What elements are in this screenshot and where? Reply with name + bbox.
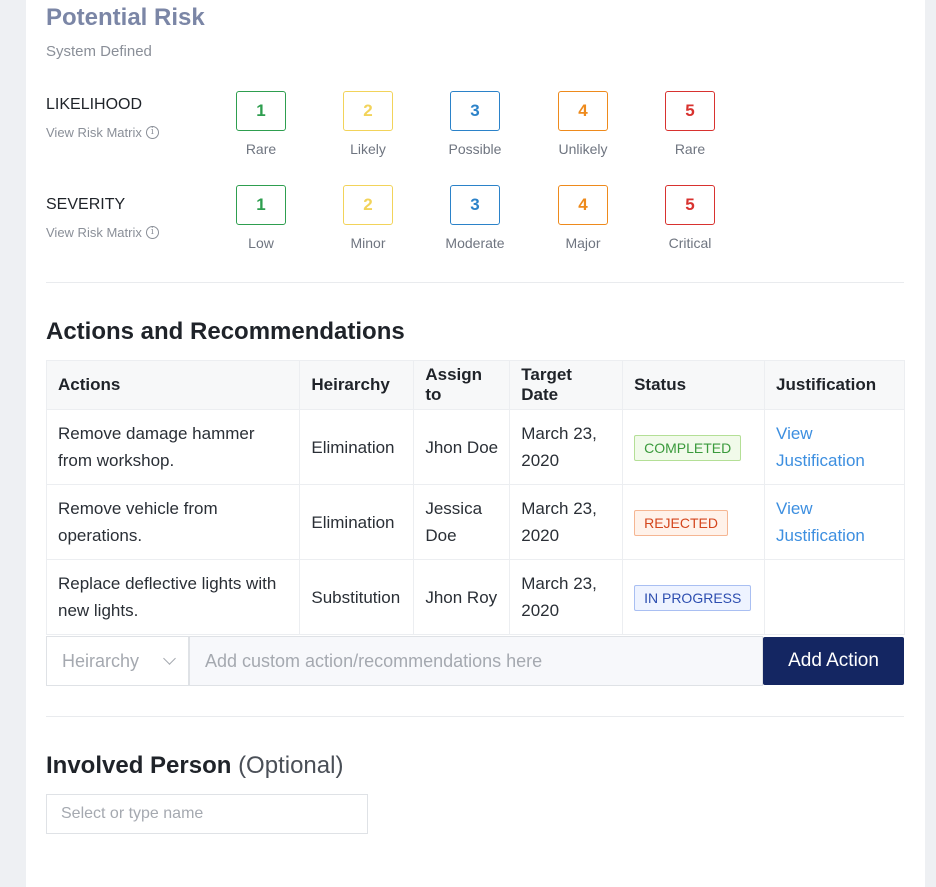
risk-title: Potential Risk xyxy=(46,4,205,31)
status-badge: REJECTED xyxy=(634,509,728,536)
section-divider xyxy=(46,282,904,283)
severity-score-box[interactable]: 5 xyxy=(665,185,715,225)
likelihood-option-5[interactable]: 5 Rare xyxy=(640,91,740,157)
assignee-cell: Jessica Doe xyxy=(413,484,511,560)
main-panel: Potential Risk System Defined LIKELIHOOD… xyxy=(26,0,925,887)
justification-cell: View Justification xyxy=(764,484,905,560)
risk-subtitle: System Defined xyxy=(46,43,152,60)
hierarchy-cell: Substitution xyxy=(299,559,415,635)
severity-option-1[interactable]: 1 Low xyxy=(211,185,311,251)
target-date-cell: March 23, 2020 xyxy=(509,409,624,485)
status-badge: COMPLETED xyxy=(634,434,742,461)
action-cell: Remove vehicle from operations. xyxy=(45,484,301,560)
severity-score-caption: Major xyxy=(565,235,601,251)
severity-score-caption: Minor xyxy=(350,235,386,251)
chevron-down-icon xyxy=(163,651,176,665)
column-header-status: Status xyxy=(622,360,766,410)
view-justification-link[interactable]: View Justification xyxy=(776,424,865,470)
severity-score-caption: Low xyxy=(248,235,274,251)
view-justification-link[interactable]: View Justification xyxy=(776,499,865,545)
likelihood-score-box[interactable]: 4 xyxy=(558,91,608,131)
column-header-justification: Justification xyxy=(764,360,905,410)
target-date-cell: March 23, 2020 xyxy=(509,484,624,560)
likelihood-score-caption: Rare xyxy=(245,141,277,157)
optional-label: (Optional) xyxy=(238,752,344,779)
involved-person-title: Involved Person (Optional) xyxy=(46,752,343,780)
column-header-assign-to: Assign to xyxy=(413,360,511,410)
likelihood-score-caption: Possible xyxy=(448,141,502,157)
likelihood-option-2[interactable]: 2 Likely xyxy=(318,91,418,157)
custom-action-input[interactable] xyxy=(189,636,763,686)
likelihood-score-box[interactable]: 3 xyxy=(450,91,500,131)
add-action-button[interactable]: Add Action xyxy=(763,637,904,685)
action-cell: Replace deflective lights with new light… xyxy=(45,559,301,635)
actions-table-body: Remove damage hammer from workshop. Elimi… xyxy=(45,409,905,635)
justification-cell xyxy=(764,559,905,635)
target-date-cell: March 23, 2020 xyxy=(509,559,624,635)
involved-person-input[interactable] xyxy=(46,794,368,834)
severity-option-3[interactable]: 3 Moderate xyxy=(425,185,525,251)
severity-option-2[interactable]: 2 Minor xyxy=(318,185,418,251)
table-row: Remove vehicle from operations. Eliminati… xyxy=(45,484,905,560)
severity-score-box[interactable]: 1 xyxy=(236,185,286,225)
view-risk-matrix-label: View Risk Matrix xyxy=(46,225,142,240)
likelihood-view-risk-matrix-link[interactable]: View Risk Matrix i xyxy=(46,125,159,140)
severity-option-5[interactable]: 5 Critical xyxy=(640,185,740,251)
severity-score-box[interactable]: 3 xyxy=(450,185,500,225)
table-header-row: Actions Heirarchy Assign to Target Date … xyxy=(45,360,905,410)
likelihood-score-box[interactable]: 1 xyxy=(236,91,286,131)
hierarchy-select[interactable]: Heirarchy xyxy=(46,636,189,686)
info-icon: i xyxy=(145,226,159,239)
likelihood-score-caption: Likely xyxy=(350,141,386,157)
status-badge: IN PROGRESS xyxy=(634,584,752,611)
severity-score-box[interactable]: 2 xyxy=(343,185,393,225)
status-cell: IN PROGRESS xyxy=(622,559,766,635)
add-action-row: Heirarchy Add Action xyxy=(46,636,905,686)
column-header-target-date: Target Date xyxy=(509,360,624,410)
view-risk-matrix-label: View Risk Matrix xyxy=(46,125,142,140)
severity-option-4[interactable]: 4 Major xyxy=(533,185,633,251)
assignee-cell: Jhon Doe xyxy=(413,409,511,485)
action-cell: Remove damage hammer from workshop. xyxy=(45,409,301,485)
severity-score-caption: Critical xyxy=(668,235,712,251)
likelihood-score-caption: Rare xyxy=(674,141,706,157)
likelihood-option-4[interactable]: 4 Unlikely xyxy=(533,91,633,157)
column-header-actions: Actions xyxy=(45,360,301,410)
severity-label: SEVERITY xyxy=(46,196,126,213)
likelihood-option-1[interactable]: 1 Rare xyxy=(211,91,311,157)
likelihood-option-3[interactable]: 3 Possible xyxy=(425,91,525,157)
table-row: Remove damage hammer from workshop. Elimi… xyxy=(45,409,905,485)
severity-view-risk-matrix-link[interactable]: View Risk Matrix i xyxy=(46,225,159,240)
assignee-cell: Jhon Roy xyxy=(413,559,511,635)
hierarchy-cell: Elimination xyxy=(299,409,415,485)
section-divider xyxy=(46,716,904,717)
column-header-hierarchy: Heirarchy xyxy=(299,360,415,410)
severity-score-box[interactable]: 4 xyxy=(558,185,608,225)
hierarchy-select-value: Heirarchy xyxy=(62,650,140,671)
status-cell: REJECTED xyxy=(622,484,766,560)
likelihood-score-box[interactable]: 5 xyxy=(665,91,715,131)
justification-cell: View Justification xyxy=(764,409,905,485)
likelihood-score-box[interactable]: 2 xyxy=(343,91,393,131)
info-icon: i xyxy=(145,126,159,139)
actions-table: Actions Heirarchy Assign to Target Date … xyxy=(45,360,905,635)
hierarchy-cell: Elimination xyxy=(299,484,415,560)
likelihood-label: LIKELIHOOD xyxy=(46,96,143,113)
actions-section-title: Actions and Recommendations xyxy=(46,318,405,345)
status-cell: COMPLETED xyxy=(622,409,766,485)
table-row: Replace deflective lights with new light… xyxy=(45,559,905,635)
severity-score-caption: Moderate xyxy=(445,235,505,251)
likelihood-score-caption: Unlikely xyxy=(558,141,608,157)
involved-person-heading: Involved Person xyxy=(46,752,232,779)
